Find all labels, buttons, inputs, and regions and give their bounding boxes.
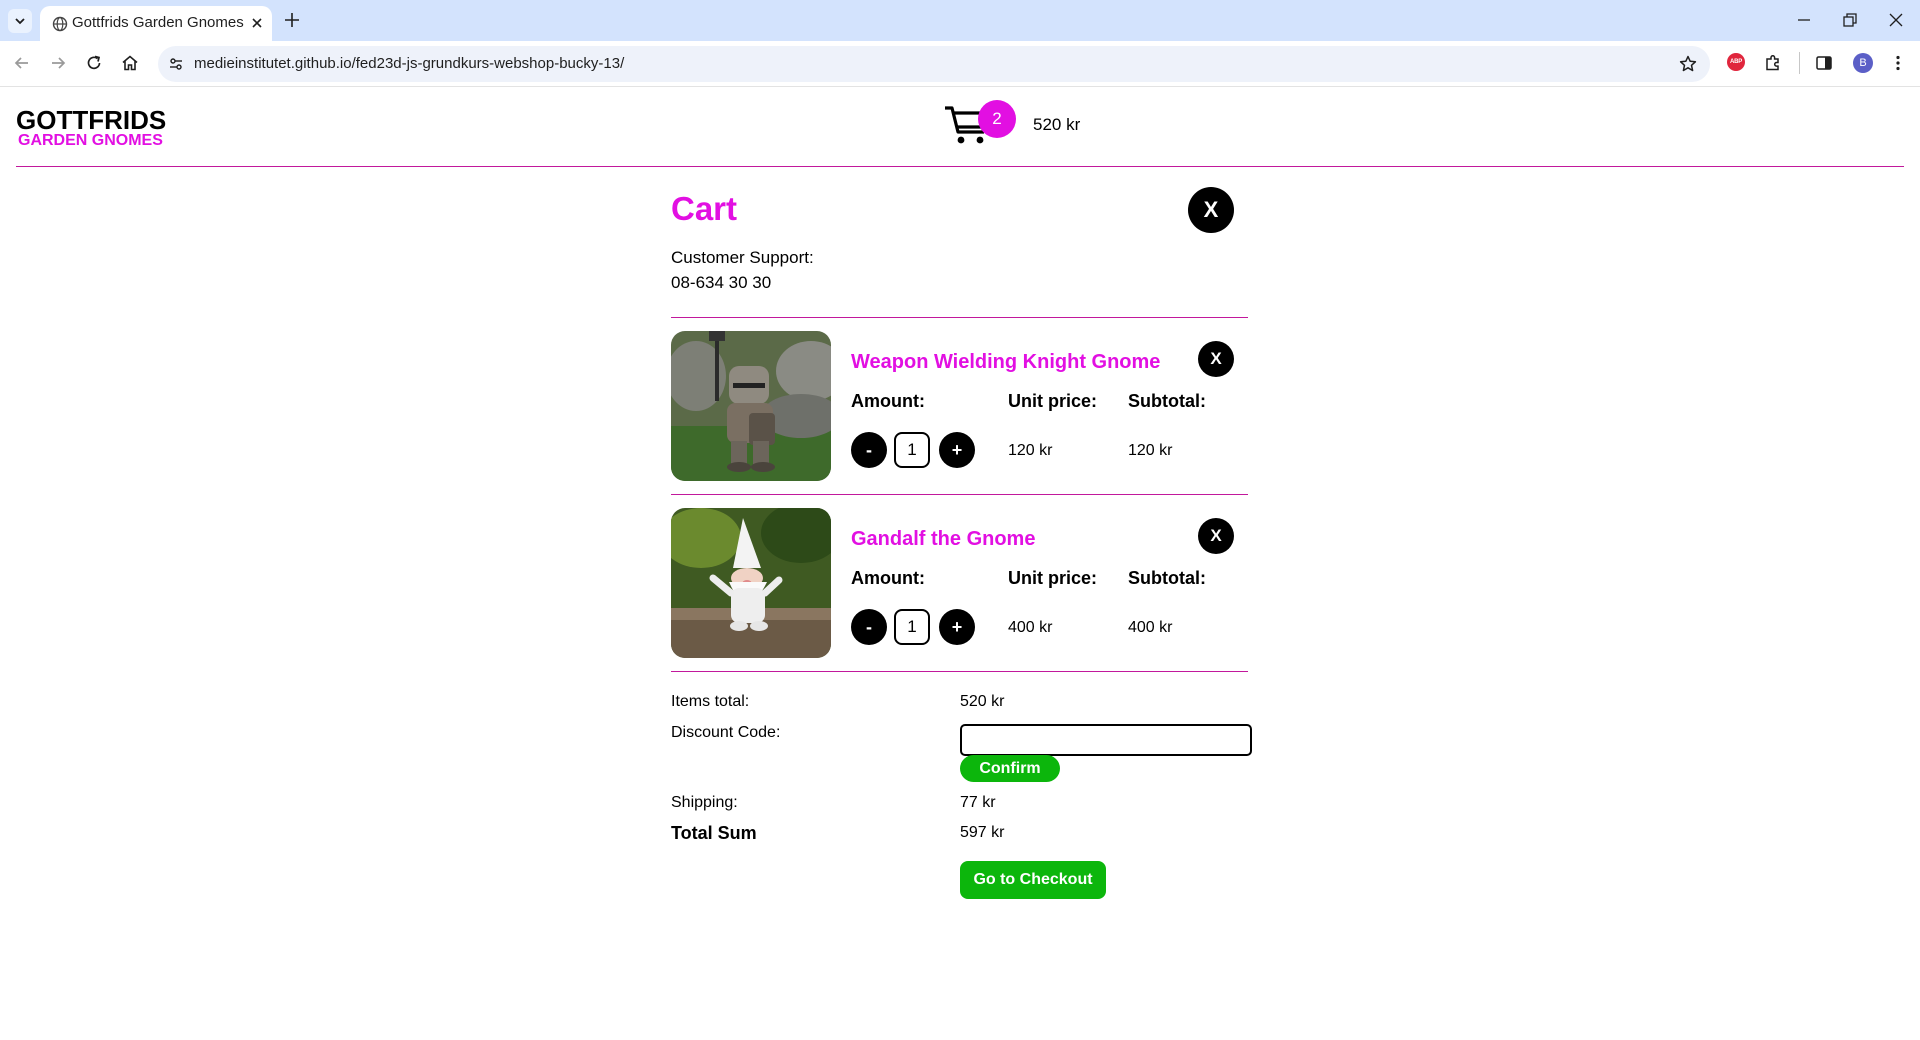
- product-name: Weapon Wielding Knight Gnome: [851, 351, 1161, 373]
- new-tab-plus-icon[interactable]: [282, 10, 302, 30]
- remove-item-button[interactable]: X: [1198, 518, 1234, 554]
- browser-tab-bar: Gottfrids Garden Gnomes: [0, 0, 1920, 41]
- extensions-puzzle-icon[interactable]: [1763, 53, 1783, 73]
- decrease-quantity-button[interactable]: -: [851, 609, 887, 645]
- toolbar-divider: [1799, 52, 1800, 74]
- browser-tab-active[interactable]: Gottfrids Garden Gnomes: [40, 6, 272, 41]
- unit-price-label: Unit price:: [1008, 568, 1098, 588]
- globe-icon: [52, 16, 68, 32]
- profile-avatar[interactable]: B: [1853, 53, 1873, 73]
- close-cart-button[interactable]: X: [1188, 187, 1234, 233]
- cart-header-sum: 520 kr: [1033, 115, 1081, 134]
- unit-price-label: Unit price:: [1008, 391, 1098, 411]
- product-name: Gandalf the Gnome: [851, 528, 1036, 550]
- subtotal-label: Subtotal:: [1128, 568, 1206, 588]
- tab-title: Gottfrids Garden Gnomes: [72, 14, 244, 31]
- reload-icon[interactable]: [84, 53, 104, 73]
- close-window-icon[interactable]: [1888, 10, 1904, 30]
- site-logo[interactable]: GOTTFRIDS GARDEN GNOMES: [16, 107, 166, 149]
- item-divider: [671, 494, 1248, 495]
- profile-initial: B: [1859, 57, 1867, 69]
- discount-code-label: Discount Code:: [671, 724, 781, 741]
- support-phone: 08-634 30 30: [671, 273, 772, 292]
- cart-divider: [671, 317, 1248, 318]
- site-info-icon[interactable]: [168, 56, 184, 72]
- discount-code-input[interactable]: [960, 724, 1252, 756]
- minimize-icon[interactable]: [1796, 10, 1812, 30]
- unit-price-value: 400 kr: [1008, 619, 1053, 636]
- chevron-down-icon: [15, 18, 25, 25]
- restore-icon[interactable]: [1842, 10, 1858, 30]
- cart-item: Gandalf the Gnome X Amount: Unit price: …: [671, 508, 1248, 658]
- subtotal-label: Subtotal:: [1128, 391, 1206, 411]
- shipping-value: 77 kr: [960, 794, 996, 811]
- adblock-label: ABP: [1729, 59, 1743, 65]
- unit-price-value: 120 kr: [1008, 442, 1053, 459]
- customer-support: Customer Support: 08-634 30 30: [671, 245, 814, 295]
- cart-count-badge: 2: [978, 100, 1016, 138]
- home-icon[interactable]: [120, 53, 140, 73]
- tab-search-button[interactable]: [8, 9, 32, 33]
- increase-quantity-button[interactable]: +: [939, 432, 975, 468]
- bookmark-star-icon[interactable]: [1678, 54, 1698, 74]
- product-image-knight-gnome: [671, 331, 831, 481]
- product-image-gandalf-gnome: [671, 508, 831, 658]
- header-cart-button[interactable]: 2 520 kr: [944, 100, 1084, 150]
- browser-toolbar: medieinstitutet.github.io/fed23d-js-grun…: [0, 41, 1920, 87]
- remove-item-button[interactable]: X: [1198, 341, 1234, 377]
- go-to-checkout-button[interactable]: Go to Checkout: [960, 861, 1106, 899]
- logo-line-1: GOTTFRIDS: [16, 105, 167, 135]
- close-tab-icon[interactable]: [248, 14, 266, 32]
- back-arrow-icon[interactable]: [12, 53, 32, 73]
- cart-title: Cart: [671, 190, 738, 227]
- support-label: Customer Support:: [671, 248, 814, 267]
- total-sum-label: Total Sum: [671, 823, 757, 843]
- logo-line-2: GARDEN GNOMES: [18, 132, 163, 149]
- item-divider: [671, 671, 1248, 672]
- quantity-field[interactable]: 1: [894, 432, 930, 468]
- decrease-quantity-button[interactable]: -: [851, 432, 887, 468]
- menu-kebab-icon[interactable]: [1888, 53, 1908, 73]
- url-text: medieinstitutet.github.io/fed23d-js-grun…: [194, 55, 625, 72]
- forward-arrow-icon[interactable]: [48, 53, 68, 73]
- items-total-label: Items total:: [671, 693, 750, 710]
- side-panel-icon[interactable]: [1814, 53, 1834, 73]
- cart-item: Weapon Wielding Knight Gnome X Amount: U…: [671, 331, 1248, 481]
- subtotal-value: 120 kr: [1128, 442, 1173, 459]
- header-divider: [16, 166, 1904, 167]
- subtotal-value: 400 kr: [1128, 619, 1173, 636]
- quantity-field[interactable]: 1: [894, 609, 930, 645]
- confirm-discount-button[interactable]: Confirm: [960, 755, 1060, 782]
- amount-label: Amount:: [851, 568, 925, 588]
- adblock-plus-icon[interactable]: ABP: [1727, 53, 1745, 71]
- increase-quantity-button[interactable]: +: [939, 609, 975, 645]
- shipping-label: Shipping:: [671, 794, 738, 811]
- items-total-value: 520 kr: [960, 693, 1005, 710]
- amount-label: Amount:: [851, 391, 925, 411]
- address-bar[interactable]: medieinstitutet.github.io/fed23d-js-grun…: [158, 46, 1710, 82]
- total-sum-value: 597 kr: [960, 824, 1005, 841]
